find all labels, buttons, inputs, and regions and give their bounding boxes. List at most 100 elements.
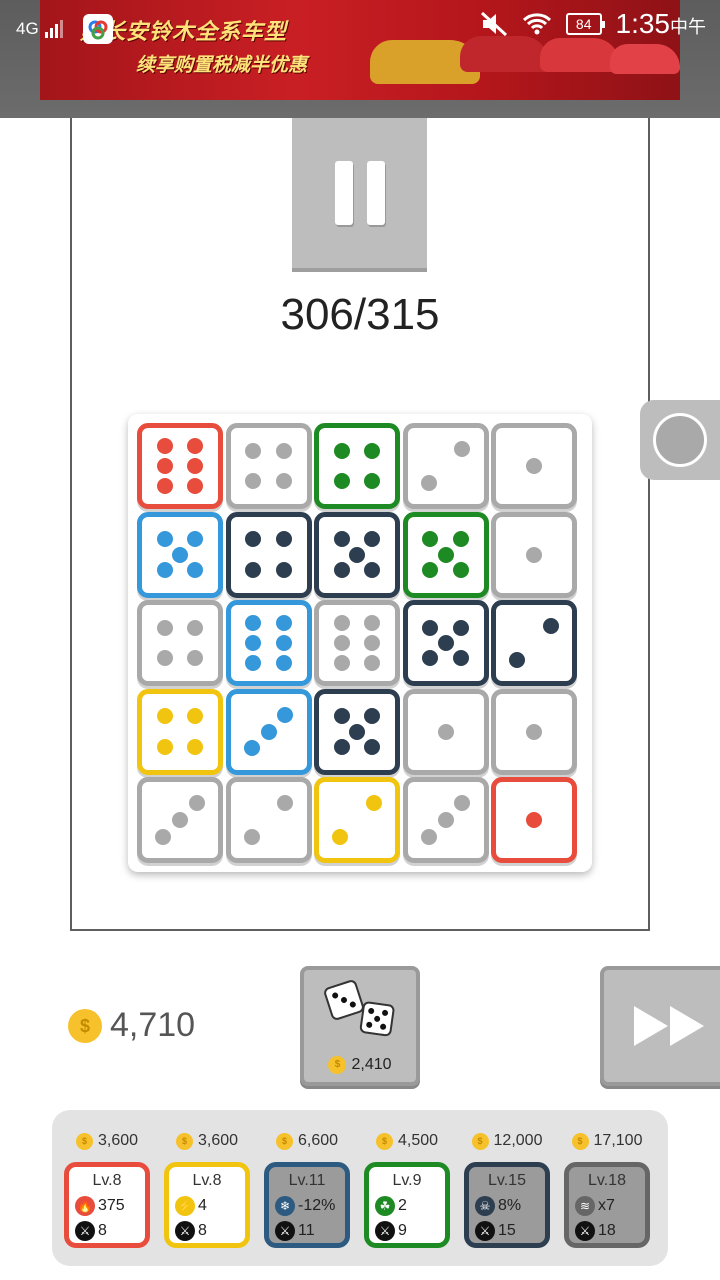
die-pip [364,442,381,459]
roll-cost: $ 2,410 [304,1056,416,1074]
die-pip [172,546,188,563]
upgrade-level: Lv.8 [192,1172,222,1189]
upgrade-power-row: ⚔ 11 [275,1221,315,1241]
ad-subline: 续享购置税减半优惠 [136,55,308,76]
pause-icon-bar [366,161,385,225]
die-r4c4[interactable] [402,688,489,775]
upgrade-price: $6,600 [257,1132,357,1150]
die-pip [364,531,381,548]
die-r5c1[interactable] [137,777,223,863]
signal-icon [44,20,63,38]
die-r3c3[interactable] [314,600,400,686]
die-r1c5[interactable] [491,423,577,509]
fast-forward-button[interactable] [600,966,720,1086]
upgrade-price: $17,100 [557,1132,657,1150]
upgrade-price-amount: 12,000 [493,1132,543,1149]
clock: 1:35中午 [616,8,707,40]
die-pip [333,615,350,632]
die-r3c1[interactable] [137,600,223,686]
sword-icon: ⚔ [175,1221,195,1241]
upgrade-stat-value: x7 [598,1197,615,1214]
upgrade-card-3[interactable]: Lv.11 ❄ -12% ⚔ 11 [264,1162,350,1248]
die-r2c2[interactable] [225,511,312,598]
roll-cost-amount: 2,410 [351,1056,392,1073]
upgrade-stat-value: 4 [198,1197,207,1214]
die-pip [420,474,437,491]
die-pip [245,635,262,651]
die-pip [156,738,173,755]
die-r4c2[interactable] [225,688,312,775]
die-pip [526,723,542,740]
die-pip [187,738,204,755]
coin-icon: $ [375,1132,393,1150]
floating-assistive-button[interactable] [640,400,720,480]
die-pip [187,531,204,548]
upgrade-card-5[interactable]: Lv.15 ☠ 8% ⚔ 15 [464,1162,550,1248]
die-pip [452,619,469,636]
die-r5c5[interactable] [491,777,577,863]
die-pip [243,828,260,845]
upgrade-stat-value: 8% [498,1197,522,1214]
upgrade-stat-row: ❄ -12% [275,1196,335,1216]
upgrade-card-1[interactable]: Lv.8 🔥 375 ⚔ 8 [64,1162,150,1248]
coin-icon: $ [571,1132,589,1150]
die-r4c5[interactable] [491,688,577,775]
pause-icon [334,161,353,225]
die-pip [187,619,204,636]
die-r3c4[interactable] [402,600,489,686]
die-pip [364,473,381,490]
die-r1c1[interactable] [137,423,223,509]
die-r2c5[interactable] [491,511,577,598]
die-pip [172,812,188,828]
die-pip [187,477,204,494]
die-pip [275,473,292,490]
die-r2c1[interactable] [137,511,223,598]
die-pip [542,618,559,635]
wave-progress: 306/315 [280,290,440,339]
poison-icon: ☘ [375,1196,395,1216]
upgrade-stat-value: -12% [298,1197,336,1214]
die-r1c3[interactable] [314,423,400,509]
die-pip [187,458,204,474]
upgrade-power-row: ⚔ 8 [175,1221,207,1241]
die-pip [275,615,292,632]
upgrade-stat-row: ⚡ 4 [175,1196,207,1216]
die-r2c4[interactable] [402,511,489,598]
die-pip [452,650,469,667]
die-pip [365,795,382,812]
die-pip [422,650,439,667]
die-pip [526,812,542,828]
die-r3c2[interactable] [225,600,312,686]
die-r5c3[interactable] [314,777,400,863]
upgrade-power-value: 9 [398,1222,407,1239]
mute-icon [480,11,507,37]
roll-dice-button[interactable]: $ 2,410 [300,966,420,1086]
upgrade-price-amount: 3,600 [97,1132,139,1149]
die-pip [275,442,292,459]
upgrade-power-row: ⚔ 15 [475,1221,516,1241]
die-r5c4[interactable] [402,777,489,863]
die-r2c3[interactable] [314,511,400,598]
upgrade-price: $4,500 [357,1132,457,1150]
upgrade-card-2[interactable]: Lv.8 ⚡ 4 ⚔ 8 [164,1162,250,1248]
sword-icon: ⚔ [75,1221,95,1241]
upgrade-card-6[interactable]: Lv.18 ≋ x7 ⚔ 18 [564,1162,650,1248]
upgrade-power-value: 8 [198,1222,207,1239]
die-pip [364,708,381,725]
coin-icon: $ [328,1056,347,1074]
die-r1c2[interactable] [225,423,312,509]
die-r4c1[interactable] [137,688,223,775]
upgrade-power-value: 15 [498,1222,516,1239]
die-r4c3[interactable] [314,688,400,775]
die-pip [422,531,439,548]
die-pip [155,828,172,845]
die-r1c4[interactable] [402,423,489,509]
die-r5c2[interactable] [225,777,312,863]
die-pip [245,442,262,459]
coin-icon: $ [275,1132,293,1150]
upgrade-card-4[interactable]: Lv.9 ☘ 2 ⚔ 9 [364,1162,450,1248]
die-r3c5[interactable] [491,600,577,686]
pause-button[interactable] [292,118,427,272]
fire-icon: 🔥 [75,1196,95,1216]
sword-icon: ⚔ [275,1221,295,1241]
